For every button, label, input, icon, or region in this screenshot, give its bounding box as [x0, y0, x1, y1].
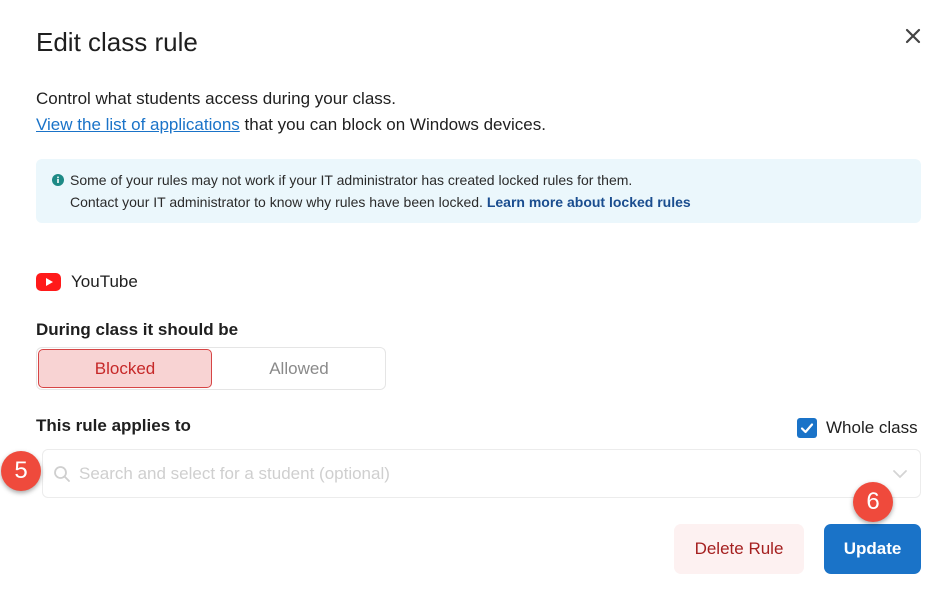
info-line-1: Some of your rules may not work if your …: [70, 172, 633, 188]
youtube-icon: [36, 273, 61, 291]
allowed-option[interactable]: Allowed: [213, 348, 385, 389]
close-icon: [905, 28, 921, 44]
student-search-input[interactable]: [79, 463, 892, 484]
access-label: During class it should be: [36, 320, 239, 339]
access-toggle: Blocked Allowed: [36, 347, 386, 390]
student-search-select[interactable]: [42, 449, 921, 498]
app-row: YouTube: [36, 272, 138, 292]
blocked-option[interactable]: Blocked: [38, 349, 212, 388]
dialog-title: Edit class rule: [36, 27, 198, 57]
description-suffix: that you can block on Windows devices.: [239, 115, 546, 134]
step-6-badge: 6: [853, 482, 893, 522]
chevron-down-icon[interactable]: [892, 469, 908, 479]
dialog-description: Control what students access during your…: [36, 86, 546, 138]
delete-rule-button[interactable]: Delete Rule: [674, 524, 804, 574]
update-button[interactable]: Update: [824, 524, 921, 574]
close-button[interactable]: [900, 23, 926, 49]
checkmark-icon: [800, 423, 814, 434]
description-line-2: View the list of applications that you c…: [36, 112, 546, 138]
whole-class-checkbox[interactable]: [797, 418, 817, 438]
info-icon: [52, 174, 64, 186]
whole-class-checkbox-row[interactable]: Whole class: [797, 418, 918, 438]
locked-rules-info-banner: Some of your rules may not work if your …: [36, 159, 921, 223]
applications-list-link[interactable]: View the list of applications: [36, 115, 240, 134]
app-name: YouTube: [71, 272, 138, 291]
step-5-badge: 5: [1, 451, 41, 491]
search-icon: [54, 465, 70, 482]
description-line-1: Control what students access during your…: [36, 89, 397, 108]
applies-label: This rule applies to: [36, 416, 191, 435]
info-line-2-text: Contact your IT administrator to know wh…: [70, 194, 487, 210]
info-line-2: Contact your IT administrator to know wh…: [70, 191, 691, 213]
learn-more-locked-rules-link[interactable]: Learn more about locked rules: [487, 194, 691, 210]
whole-class-label: Whole class: [826, 418, 918, 437]
